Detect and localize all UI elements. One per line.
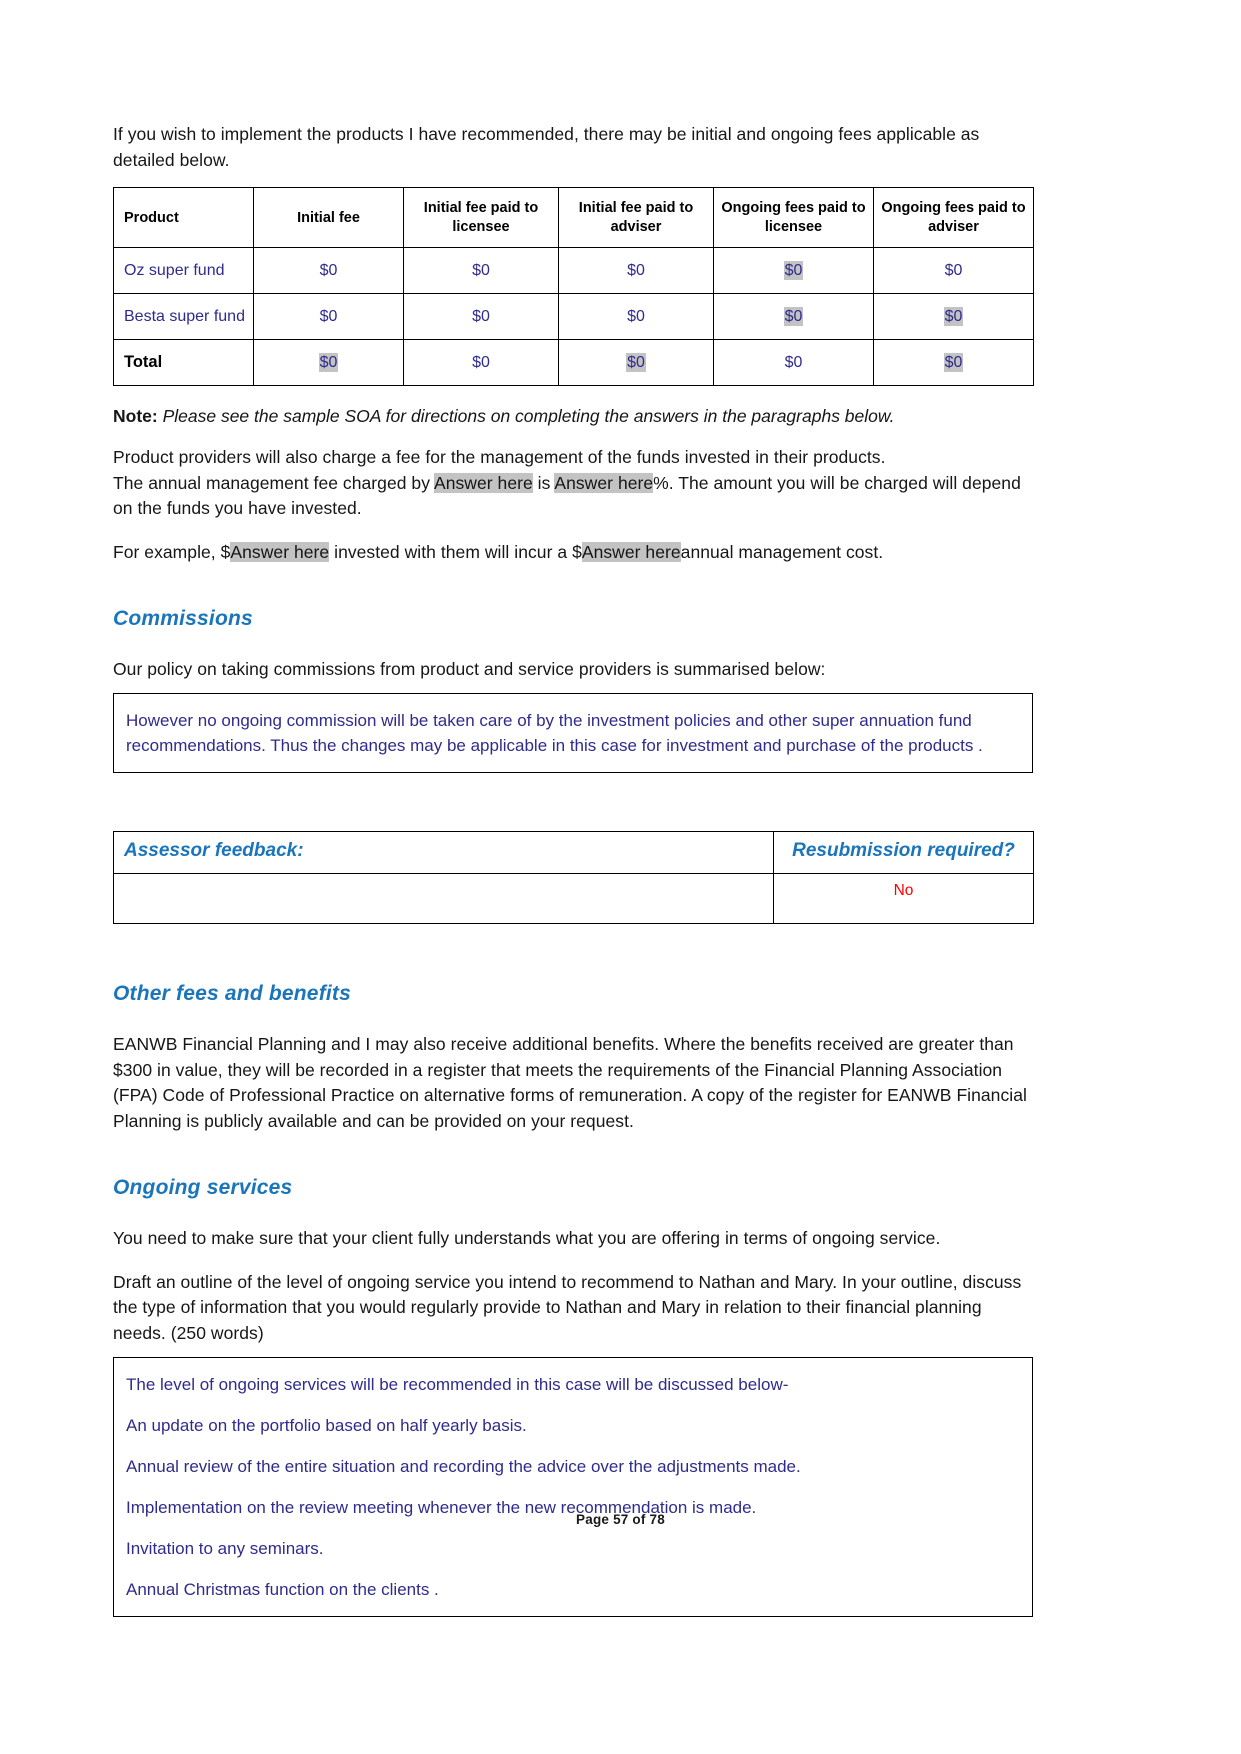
fee-table-header-initial-fee: Initial fee	[253, 187, 404, 249]
heading-other-fees-and-benefits: Other fees and benefits	[113, 982, 351, 1006]
assessor-feedback-header-cell: Assessor feedback:	[113, 831, 774, 875]
note-label: Note:	[113, 406, 158, 427]
management-fee-line1: Product providers will also charge a fee…	[113, 447, 886, 468]
answer-placeholder-percentage[interactable]: Answer here	[554, 472, 654, 493]
resubmission-header-cell: Resubmission required?	[773, 831, 1034, 875]
fee-value-highlighted: $0	[783, 260, 804, 280]
fee-table: Product Initial fee Initial fee paid to …	[113, 187, 1034, 387]
fee-value-highlighted: $0	[626, 352, 646, 372]
ongoing-answer-line-1: The level of ongoing services will be re…	[126, 1374, 789, 1394]
commissions-answer-text: However no ongoing commission will be ta…	[126, 710, 983, 755]
fee-table-header-initial-fee-licensee: Initial fee paid to licensee	[403, 187, 559, 249]
fee-value: $0	[627, 261, 645, 279]
fee-row-product-total: Total	[113, 339, 254, 387]
fee-cell-total-ongoing-licensee: $0	[713, 339, 874, 387]
fee-cell-besta-initial-adviser: $0	[558, 293, 714, 341]
fee-table-header-product: Product	[113, 187, 254, 249]
fee-cell-besta-ongoing-licensee: $0	[713, 293, 874, 341]
page-number-label: Page 57 of 78	[576, 1512, 665, 1527]
ongoing-answer-line-5: Invitation to any seminars.	[126, 1539, 324, 1559]
fee-cell-oz-ongoing-licensee: $0	[713, 247, 874, 295]
fee-value-highlighted: $0	[783, 306, 804, 326]
assessor-feedback-label: Assessor feedback:	[124, 840, 304, 862]
fee-cell-oz-initial-adviser: $0	[558, 247, 714, 295]
assessor-feedback-table: Assessor feedback: Resubmission required…	[113, 831, 1034, 925]
fee-value-highlighted: $0	[943, 352, 964, 372]
fee-cell-oz-initial-licensee: $0	[403, 247, 559, 295]
fee-table-header-ongoing-fees-adviser: Ongoing fees paid to adviser	[873, 187, 1034, 249]
example-part1: For example, $	[113, 541, 231, 562]
fee-value: $0	[319, 307, 338, 325]
fee-value: $0	[472, 353, 490, 371]
fee-cell-total-initial-adviser: $0	[558, 339, 714, 387]
fee-table-header-ongoing-fees-licensee: Ongoing fees paid to licensee	[713, 187, 874, 249]
intro-paragraph: If you wish to implement the products I …	[113, 124, 980, 170]
page-footer: Page 57 of 78	[0, 1512, 1241, 1527]
fee-table-header-initial-fee-adviser: Initial fee paid to adviser	[558, 187, 714, 249]
fee-cell-oz-ongoing-adviser: $0	[873, 247, 1034, 295]
fee-row-product-besta: Besta super fund	[113, 293, 254, 341]
example-paragraph: For example, $Answer here invested with …	[113, 540, 1033, 566]
fee-value: $0	[944, 261, 963, 279]
resubmission-value: No	[893, 882, 914, 900]
note-trailing: .	[889, 406, 895, 427]
other-fees-paragraph: EANWB Financial Planning and I may also …	[113, 1034, 1027, 1131]
resubmission-label: Resubmission required?	[792, 840, 1015, 862]
table-row: Oz super fund $0 $0 $0 $0 $0	[113, 247, 1034, 295]
table-row: Besta super fund $0 $0 $0 $0 $0	[113, 293, 1034, 341]
fee-cell-besta-ongoing-adviser: $0	[873, 293, 1034, 341]
heading-commissions: Commissions	[113, 607, 253, 631]
note-line: Note: Please see the sample SOA for dire…	[113, 406, 1033, 427]
fee-row-product-oz: Oz super fund	[113, 247, 254, 295]
fee-value: $0	[784, 353, 803, 371]
fee-table-header-row: Product Initial fee Initial fee paid to …	[113, 187, 1034, 249]
table-row: Total $0 $0 $0 $0 $0	[113, 339, 1034, 387]
ongoing-answer-line-6: Annual Christmas function on the clients…	[126, 1580, 439, 1600]
answer-placeholder-invested-amount[interactable]: Answer here	[230, 541, 330, 562]
management-fee-line2-part2: is	[532, 472, 555, 493]
note-text: Please see the sample SOA for directions…	[157, 406, 890, 427]
ongoing-answer-line-2: An update on the portfolio based on half…	[126, 1415, 527, 1435]
fee-value: $0	[472, 307, 490, 325]
example-part3: annual management cost.	[680, 541, 884, 562]
commissions-answer-box[interactable]: However no ongoing commission will be ta…	[113, 692, 1033, 774]
assessor-value-row: No	[113, 873, 1034, 925]
resubmission-value-cell[interactable]: No	[773, 873, 1034, 925]
fee-value: $0	[472, 261, 490, 279]
fee-cell-oz-initial: $0	[253, 247, 404, 295]
page-content: If you wish to implement the products I …	[113, 122, 1034, 1618]
fee-value-highlighted: $0	[943, 306, 964, 326]
answer-placeholder-provider[interactable]: Answer here	[433, 472, 533, 493]
document-page: If you wish to implement the products I …	[0, 0, 1241, 1754]
management-fee-line2-part1: The annual management fee charged by	[113, 472, 434, 493]
fee-cell-total-ongoing-adviser: $0	[873, 339, 1034, 387]
management-fee-paragraph: Product providers will also charge a fee…	[113, 445, 1033, 522]
answer-placeholder-cost-amount[interactable]: Answer here	[581, 541, 681, 562]
assessor-header-row: Assessor feedback: Resubmission required…	[113, 831, 1034, 875]
fee-value: $0	[319, 261, 338, 279]
fee-value-highlighted: $0	[318, 352, 339, 372]
ongoing-answer-line-3: Annual review of the entire situation an…	[126, 1456, 801, 1476]
fee-cell-besta-initial-licensee: $0	[403, 293, 559, 341]
fee-cell-besta-initial: $0	[253, 293, 404, 341]
fee-value: $0	[627, 307, 645, 325]
heading-ongoing-services: Ongoing services	[113, 1176, 293, 1200]
example-part2: invested with them will incur a $	[329, 541, 582, 562]
ongoing-services-answer-box[interactable]: The level of ongoing services will be re…	[113, 1356, 1033, 1618]
ongoing-services-paragraph-1: You need to make sure that your client f…	[113, 1228, 941, 1249]
fee-cell-total-initial: $0	[253, 339, 404, 387]
fee-cell-total-initial-licensee: $0	[403, 339, 559, 387]
ongoing-services-paragraph-2: Draft an outline of the level of ongoing…	[113, 1271, 1022, 1343]
commissions-intro: Our policy on taking commissions from pr…	[113, 659, 826, 680]
assessor-feedback-input[interactable]	[113, 873, 774, 925]
